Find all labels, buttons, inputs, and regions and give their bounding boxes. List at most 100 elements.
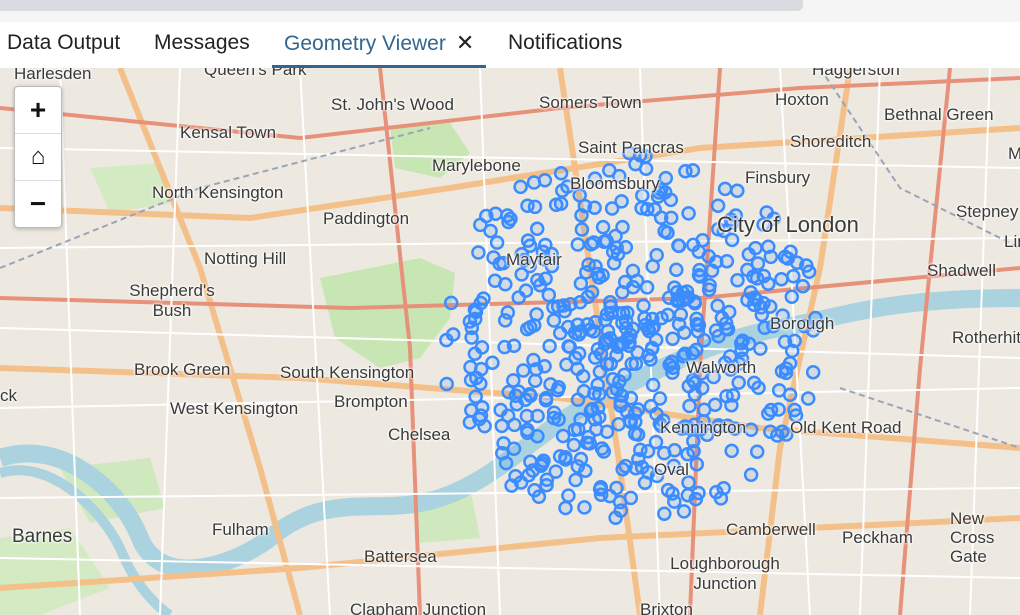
geometry-point[interactable]	[636, 298, 651, 313]
geometry-point[interactable]	[546, 299, 561, 315]
geometry-point[interactable]	[687, 375, 703, 390]
geometry-point[interactable]	[645, 320, 660, 336]
geometry-point[interactable]	[665, 331, 680, 346]
geometry-point[interactable]	[550, 383, 565, 398]
geometry-point[interactable]	[514, 267, 529, 282]
geometry-point[interactable]	[801, 264, 817, 279]
geometry-point[interactable]	[708, 323, 724, 338]
geometry-point[interactable]	[526, 352, 541, 368]
geometry-point[interactable]	[471, 245, 486, 260]
geometry-point[interactable]	[652, 391, 668, 406]
geometry-point[interactable]	[710, 298, 725, 314]
geometry-point[interactable]	[657, 506, 672, 521]
geometry-point[interactable]	[614, 194, 629, 209]
geometry-point[interactable]	[717, 181, 733, 197]
geometry-point[interactable]	[546, 313, 562, 328]
geometry-point[interactable]	[598, 312, 613, 328]
geometry-point[interactable]	[663, 192, 679, 208]
geometry-point[interactable]	[577, 198, 593, 214]
geometry-point[interactable]	[511, 290, 526, 305]
geometry-point[interactable]	[602, 331, 618, 346]
geometry-point[interactable]	[596, 444, 612, 459]
geometry-point[interactable]	[529, 307, 544, 322]
geometry-point[interactable]	[530, 428, 545, 444]
zoom-in-button[interactable]: +	[15, 87, 61, 134]
geometry-point[interactable]	[750, 256, 766, 271]
geometry-point[interactable]	[647, 202, 662, 217]
geometry-point[interactable]	[473, 376, 488, 391]
geometry-point[interactable]	[661, 290, 677, 306]
geometry-point[interactable]	[592, 481, 608, 497]
geometry-point[interactable]	[462, 415, 478, 430]
geometry-point[interactable]	[805, 364, 821, 380]
geometry-point[interactable]	[553, 166, 569, 181]
geometry-point[interactable]	[620, 330, 635, 346]
geometry-point[interactable]	[605, 372, 621, 387]
geometry-point[interactable]	[675, 292, 691, 308]
geometry-point[interactable]	[498, 455, 514, 471]
geometry-point[interactable]	[538, 393, 554, 408]
geometry-point[interactable]	[724, 443, 739, 459]
geometry-point[interactable]	[771, 383, 787, 398]
geometry-point[interactable]	[660, 482, 676, 498]
geometry-map[interactable]: Harlesden Queen's Park Haggerston St. Jo…	[0, 68, 1020, 615]
geometry-point[interactable]	[691, 317, 707, 333]
geometry-point[interactable]	[627, 426, 643, 442]
geometry-point[interactable]	[795, 278, 811, 294]
geometry-point[interactable]	[555, 428, 571, 444]
geometry-point[interactable]	[539, 477, 554, 493]
geometry-point[interactable]	[685, 163, 701, 178]
geometry-point[interactable]	[612, 494, 628, 510]
geometry-point[interactable]	[579, 435, 595, 451]
geometry-point[interactable]	[731, 375, 746, 390]
geometry-point[interactable]	[787, 333, 802, 349]
geometry-point[interactable]	[611, 417, 626, 432]
geometry-point[interactable]	[631, 451, 646, 467]
geometry-point[interactable]	[506, 373, 521, 388]
geometry-point[interactable]	[509, 396, 525, 412]
geometry-point[interactable]	[520, 233, 536, 248]
geometry-point[interactable]	[483, 223, 498, 239]
geometry-point[interactable]	[589, 422, 604, 437]
geometry-point[interactable]	[730, 273, 745, 288]
geometry-point[interactable]	[595, 219, 611, 235]
geometry-point[interactable]	[704, 263, 720, 278]
geometry-point[interactable]	[620, 305, 635, 321]
geometry-point[interactable]	[743, 467, 759, 483]
geometry-point[interactable]	[681, 206, 696, 221]
zoom-out-button[interactable]: −	[15, 181, 61, 227]
geometry-point[interactable]	[688, 342, 704, 358]
geometry-point[interactable]	[800, 391, 816, 406]
geometry-point[interactable]	[719, 253, 735, 269]
geometry-point[interactable]	[667, 443, 682, 458]
geometry-point[interactable]	[721, 304, 737, 320]
horizontal-scrollbar[interactable]	[0, 0, 803, 11]
geometry-point[interactable]	[462, 314, 478, 329]
geometry-point[interactable]	[570, 361, 585, 376]
geometry-point[interactable]	[617, 367, 632, 383]
geometry-point[interactable]	[645, 259, 660, 274]
geometry-point[interactable]	[710, 198, 726, 213]
geometry-point[interactable]	[498, 277, 513, 292]
geometry-point[interactable]	[485, 355, 500, 370]
geometry-point[interactable]	[618, 240, 634, 255]
geometry-point[interactable]	[754, 307, 770, 323]
geometry-point[interactable]	[542, 338, 557, 354]
geometry-point[interactable]	[558, 500, 573, 516]
geometry-point[interactable]	[546, 405, 562, 420]
geometry-point[interactable]	[743, 285, 758, 300]
geometry-point[interactable]	[443, 295, 459, 311]
geometry-point[interactable]	[676, 504, 692, 519]
geometry-point[interactable]	[493, 402, 508, 418]
geometry-point[interactable]	[570, 392, 586, 408]
geometry-point[interactable]	[584, 284, 600, 300]
geometry-point[interactable]	[507, 417, 522, 433]
geometry-point[interactable]	[638, 161, 654, 176]
geometry-point[interactable]	[786, 268, 801, 284]
geometry-point[interactable]	[599, 233, 614, 249]
geometry-point[interactable]	[665, 365, 680, 380]
geometry-point[interactable]	[774, 271, 789, 287]
geometry-point[interactable]	[583, 237, 599, 252]
geometry-point[interactable]	[439, 376, 454, 392]
geometry-point[interactable]	[494, 418, 510, 434]
